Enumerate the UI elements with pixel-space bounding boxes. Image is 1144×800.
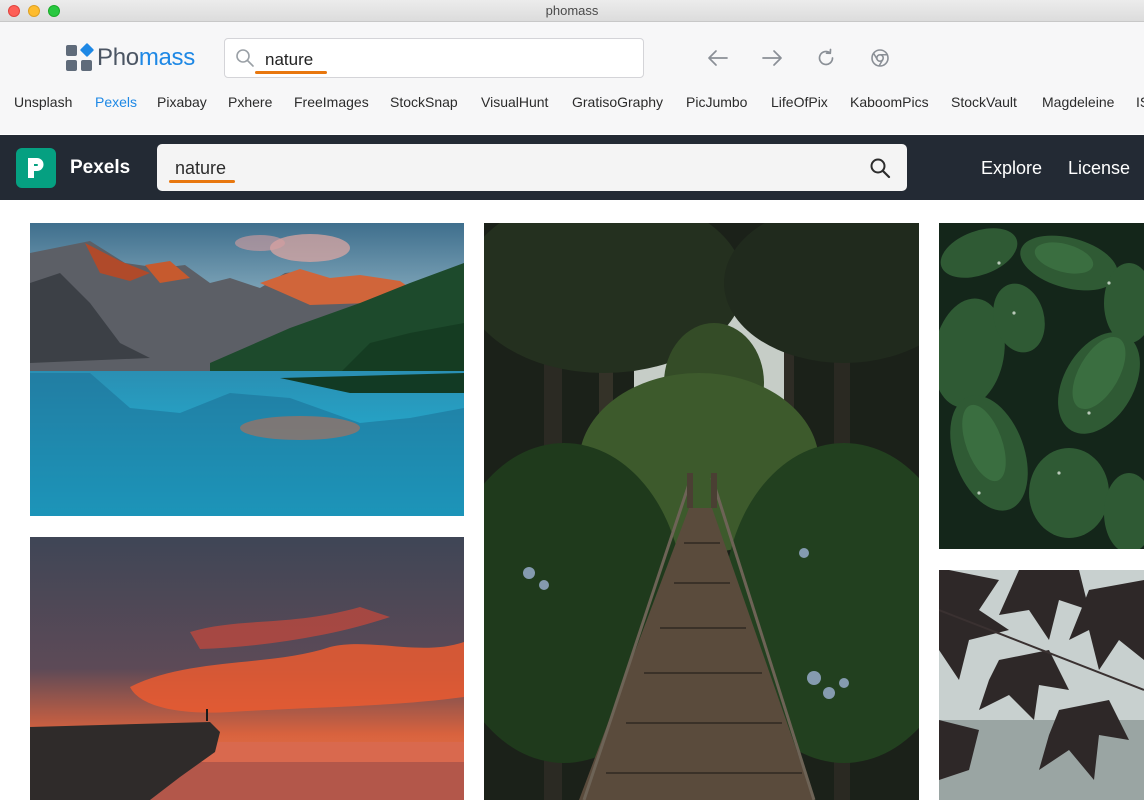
search-icon[interactable] [869, 157, 891, 179]
source-tab-freeimages[interactable]: FreeImages [294, 94, 369, 110]
pexels-site-name[interactable]: Pexels [70, 157, 130, 179]
pexels-search-term-underline [169, 180, 235, 183]
license-link[interactable]: License [1068, 158, 1130, 179]
source-tab-picjumbo[interactable]: PicJumbo [686, 94, 747, 110]
app-header: Phomass nature Unsplash Pexels Pixabay P… [0, 22, 1144, 146]
search-term-underline [255, 71, 327, 74]
photo-mountain-lake[interactable] [30, 223, 464, 516]
pexels-search-value: nature [175, 158, 227, 178]
source-tab-visualhunt[interactable]: VisualHunt [481, 94, 548, 110]
source-tab-stockvault[interactable]: StockVault [951, 94, 1017, 110]
source-tab-unsplash[interactable]: Unsplash [14, 94, 72, 110]
phomass-logo-icon [66, 42, 95, 72]
source-tab-is[interactable]: IS [1136, 94, 1144, 110]
source-tab-gratisography[interactable]: GratisoGraphy [572, 94, 663, 110]
arrow-left-icon [708, 50, 728, 66]
pexels-logo-icon[interactable] [16, 148, 56, 188]
search-icon [236, 49, 254, 67]
reload-icon [818, 48, 834, 66]
pexels-search-input[interactable]: nature [157, 144, 907, 191]
photo-green-leaves[interactable] [939, 223, 1144, 549]
source-tab-magdeleine[interactable]: Magdeleine [1042, 94, 1114, 110]
explore-link[interactable]: Explore [981, 158, 1042, 179]
chrome-icon [871, 49, 889, 67]
arrow-right-icon [762, 50, 782, 66]
source-tab-pexels[interactable]: Pexels [95, 94, 137, 110]
photo-red-sunset[interactable] [30, 537, 464, 800]
source-tab-pixabay[interactable]: Pixabay [157, 94, 207, 110]
source-tab-lifeofpix[interactable]: LifeOfPix [771, 94, 828, 110]
app-search-input[interactable]: nature [224, 38, 644, 78]
open-in-chrome-button[interactable] [866, 46, 894, 70]
source-tab-stocksnap[interactable]: StockSnap [390, 94, 458, 110]
reload-button[interactable] [812, 46, 840, 70]
phomass-logo-text: Phomass [97, 44, 195, 71]
photo-forest-bridge[interactable] [484, 223, 919, 800]
pexels-header: Pexels nature Explore License [0, 135, 1144, 200]
source-tab-kaboompics[interactable]: KaboomPics [850, 94, 929, 110]
window-title: phomass [545, 3, 599, 18]
back-button[interactable] [704, 46, 732, 70]
pexels-p-icon [28, 158, 44, 178]
forward-button[interactable] [758, 46, 786, 70]
source-tab-pxhere[interactable]: Pxhere [228, 94, 272, 110]
photo-maple-leaves[interactable] [939, 570, 1144, 800]
window-titlebar: phomass [0, 0, 1144, 22]
phomass-logo: Phomass [66, 42, 195, 72]
app-search-value: nature [265, 50, 314, 69]
